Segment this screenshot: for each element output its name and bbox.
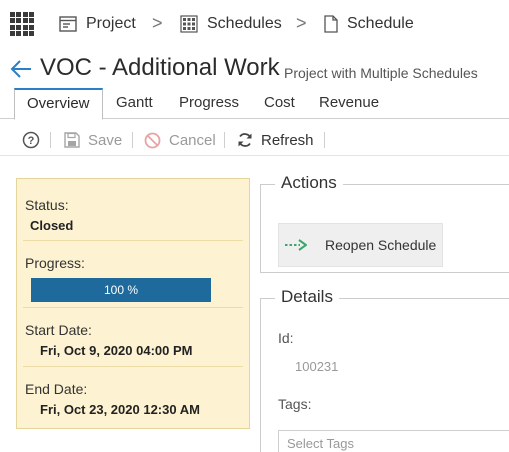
progress-text: 100 %	[103, 283, 139, 297]
top-navigation-bar: Project > Schedules > Schedule	[0, 0, 509, 48]
breadcrumb-label: Schedule	[347, 15, 414, 32]
save-button[interactable]: Save	[64, 130, 122, 150]
breadcrumb-label: Project	[86, 15, 136, 32]
toolbar-divider	[224, 132, 225, 148]
page-subtitle: Project with Multiple Schedules	[284, 65, 478, 81]
app-launcher-grid-icon[interactable]	[10, 12, 34, 36]
tab-gantt[interactable]: Gantt	[104, 88, 165, 119]
id-label: Id:	[278, 330, 294, 346]
details-section: Details Id: 100231 Tags: Select Tags	[260, 287, 509, 452]
refresh-icon	[237, 132, 253, 148]
refresh-label: Refresh	[261, 131, 314, 149]
end-date-field: End Date: Fri, Oct 23, 2020 12:30 AM	[17, 381, 249, 417]
tab-revenue[interactable]: Revenue	[307, 88, 391, 119]
cancel-button[interactable]: Cancel	[144, 130, 216, 150]
breadcrumb-separator: >	[152, 13, 163, 33]
tags-select-input[interactable]: Select Tags	[278, 430, 509, 452]
field-divider	[23, 366, 243, 367]
breadcrumb-label: Schedules	[207, 15, 282, 32]
help-icon[interactable]: ?	[22, 130, 40, 150]
save-disk-icon	[64, 132, 80, 148]
actions-legend: Actions	[275, 173, 343, 193]
status-label: Status:	[25, 197, 69, 213]
document-icon	[324, 15, 338, 33]
toolbar-divider	[132, 132, 133, 148]
end-date-value: Fri, Oct 23, 2020 12:30 AM	[40, 402, 200, 417]
field-divider	[23, 240, 243, 241]
reopen-schedule-button[interactable]: Reopen Schedule	[278, 223, 443, 267]
end-date-label: End Date:	[25, 381, 88, 397]
svg-text:?: ?	[28, 135, 35, 147]
reopen-schedule-label: Reopen Schedule	[325, 237, 437, 253]
status-summary-panel: Status: Closed Progress: 100 % Start Dat…	[16, 178, 250, 429]
back-arrow-icon[interactable]	[9, 59, 33, 84]
field-divider	[23, 307, 243, 308]
page-header: VOC - Additional Work Project with Multi…	[0, 52, 509, 88]
breadcrumb-separator: >	[296, 13, 307, 33]
project-icon	[59, 16, 77, 32]
page-title: VOC - Additional Work	[40, 54, 280, 81]
progress-label: Progress:	[25, 255, 85, 271]
cancel-prohibited-icon	[144, 132, 161, 149]
breadcrumb-item-project[interactable]: Project	[59, 12, 136, 36]
toolbar-divider	[324, 132, 325, 148]
progress-field: Progress:	[17, 255, 249, 271]
tags-label: Tags:	[278, 396, 312, 412]
details-legend: Details	[275, 287, 339, 307]
breadcrumb-item-schedules[interactable]: Schedules	[180, 12, 282, 36]
refresh-button[interactable]: Refresh	[237, 130, 314, 150]
status-value: Closed	[30, 218, 74, 233]
tab-progress[interactable]: Progress	[167, 88, 251, 119]
breadcrumb-item-schedule[interactable]: Schedule	[324, 12, 414, 36]
schedules-grid-icon	[180, 15, 198, 33]
save-label: Save	[88, 131, 123, 149]
toolbar: ? Save Cancel Refresh	[0, 124, 509, 156]
actions-section: Actions Reopen Schedule	[260, 173, 509, 273]
status-field: Status: Closed	[17, 197, 249, 233]
tab-bar: Overview Gantt Progress Cost Revenue	[0, 88, 509, 120]
tab-overview[interactable]: Overview	[14, 88, 103, 120]
start-date-value: Fri, Oct 9, 2020 04:00 PM	[40, 343, 193, 358]
id-value: 100231	[295, 359, 339, 374]
start-date-label: Start Date:	[25, 322, 92, 338]
start-date-field: Start Date: Fri, Oct 9, 2020 04:00 PM	[17, 322, 249, 358]
tab-cost[interactable]: Cost	[252, 88, 307, 119]
cancel-label: Cancel	[169, 131, 216, 149]
progress-bar: 100 %	[31, 278, 211, 302]
dashed-arrow-right-icon	[285, 239, 307, 251]
toolbar-divider	[50, 132, 51, 148]
